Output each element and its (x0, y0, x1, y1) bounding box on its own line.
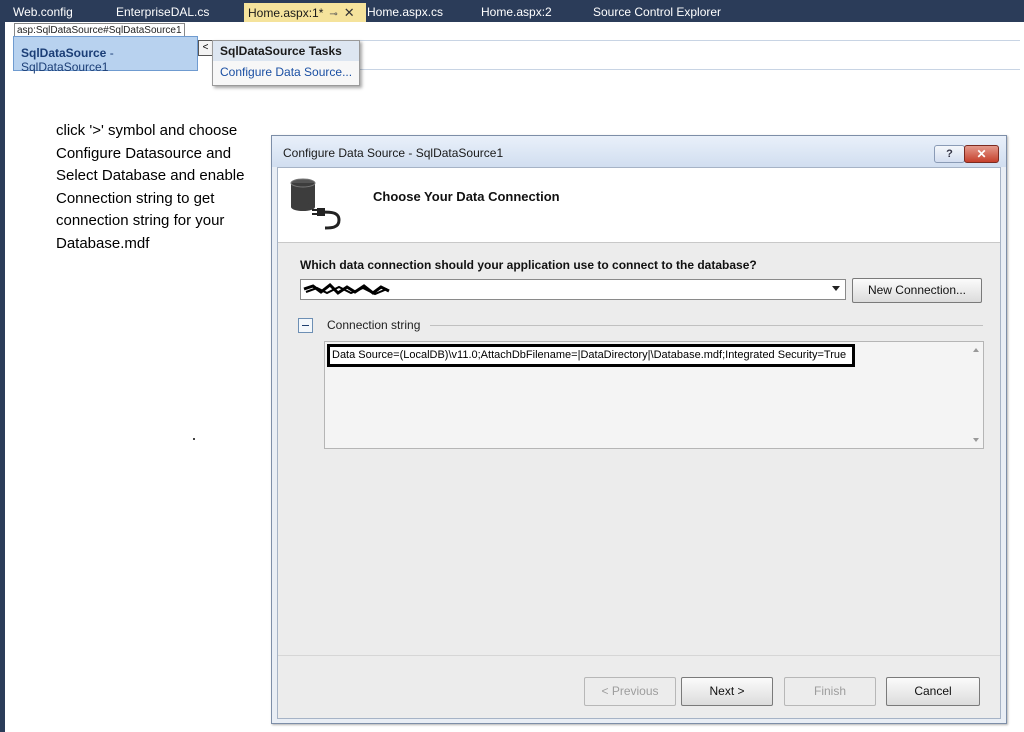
smart-tag-chevron-icon[interactable]: < (198, 40, 213, 56)
configure-data-source-link[interactable]: Configure Data Source... (220, 65, 352, 79)
chevron-down-icon[interactable] (832, 286, 840, 291)
wizard-header: Choose Your Data Connection (278, 168, 1000, 243)
dialog-body: Choose Your Data Connection Which data c… (277, 167, 1001, 719)
redacted-connection-name (303, 283, 390, 296)
scroll-up-icon[interactable] (973, 348, 979, 352)
pin-icon[interactable]: ⊸ (329, 9, 337, 20)
tab-home-aspx-cs[interactable]: Home.aspx.cs (363, 3, 447, 22)
tab-label: Source Control Explorer (593, 5, 722, 19)
database-connection-icon (290, 178, 341, 230)
tab-label: Home.aspx:1* (248, 6, 324, 20)
next-button[interactable]: Next > (681, 677, 773, 706)
tab-source-control-explorer[interactable]: Source Control Explorer (589, 3, 725, 22)
tab-label: EnterpriseDAL.cs (116, 5, 210, 19)
collapse-minus-icon[interactable] (298, 318, 313, 333)
document-tab-strip: Web.config EnterpriseDAL.cs Home.aspx:1*… (0, 0, 1024, 22)
smart-tasks-title: SqlDataSource Tasks (213, 41, 359, 61)
instruction-text: click '>' symbol and choose Configure Da… (56, 122, 245, 252)
stray-dot (193, 438, 195, 440)
configure-data-source-dialog: Configure Data Source - SqlDataSource1 ?… (271, 135, 1007, 724)
tab-web-config[interactable]: Web.config (9, 3, 77, 22)
control-caption: SqlDataSource - SqlDataSource1 (21, 46, 197, 74)
dialog-title-bar[interactable]: Configure Data Source - SqlDataSource1 ?… (272, 136, 1006, 167)
scroll-down-icon[interactable] (973, 438, 979, 442)
tab-label: Web.config (13, 5, 73, 19)
connection-string-value: Data Source=(LocalDB)\v11.0;AttachDbFile… (327, 344, 856, 367)
tab-enterprise-dal[interactable]: EnterpriseDAL.cs (112, 3, 213, 22)
connection-string-divider (430, 325, 983, 326)
help-button[interactable]: ? (934, 145, 965, 163)
connection-string-label: Connection string (327, 318, 421, 332)
previous-button[interactable]: < Previous (584, 677, 676, 706)
data-connection-dropdown[interactable] (300, 279, 846, 300)
smart-tasks-panel: SqlDataSource Tasks Configure Data Sourc… (212, 40, 360, 86)
wizard-step-heading: Choose Your Data Connection (373, 189, 560, 204)
design-guide-line (356, 40, 1020, 70)
sqldatasource-control[interactable]: SqlDataSource - SqlDataSource1 (13, 36, 198, 74)
connection-question: Which data connection should your applic… (300, 258, 757, 272)
new-connection-button[interactable]: New Connection... (852, 278, 982, 303)
tab-label: Home.aspx.cs (367, 5, 444, 19)
tab-home-aspx-2[interactable]: Home.aspx:2 (477, 3, 556, 22)
close-dialog-button[interactable]: ✕ (964, 145, 999, 163)
footer-divider (278, 655, 1000, 656)
close-tab-icon[interactable]: ✕ (344, 5, 355, 20)
connection-string-textbox[interactable]: Data Source=(LocalDB)\v11.0;AttachDbFile… (324, 341, 984, 449)
dialog-title: Configure Data Source - SqlDataSource1 (283, 146, 504, 160)
cancel-button[interactable]: Cancel (886, 677, 980, 706)
tab-label: Home.aspx:2 (481, 5, 552, 19)
finish-button[interactable]: Finish (784, 677, 876, 706)
tab-home-aspx-1[interactable]: Home.aspx:1* ⊸ ✕ (244, 3, 366, 22)
control-type: SqlDataSource (21, 46, 107, 60)
